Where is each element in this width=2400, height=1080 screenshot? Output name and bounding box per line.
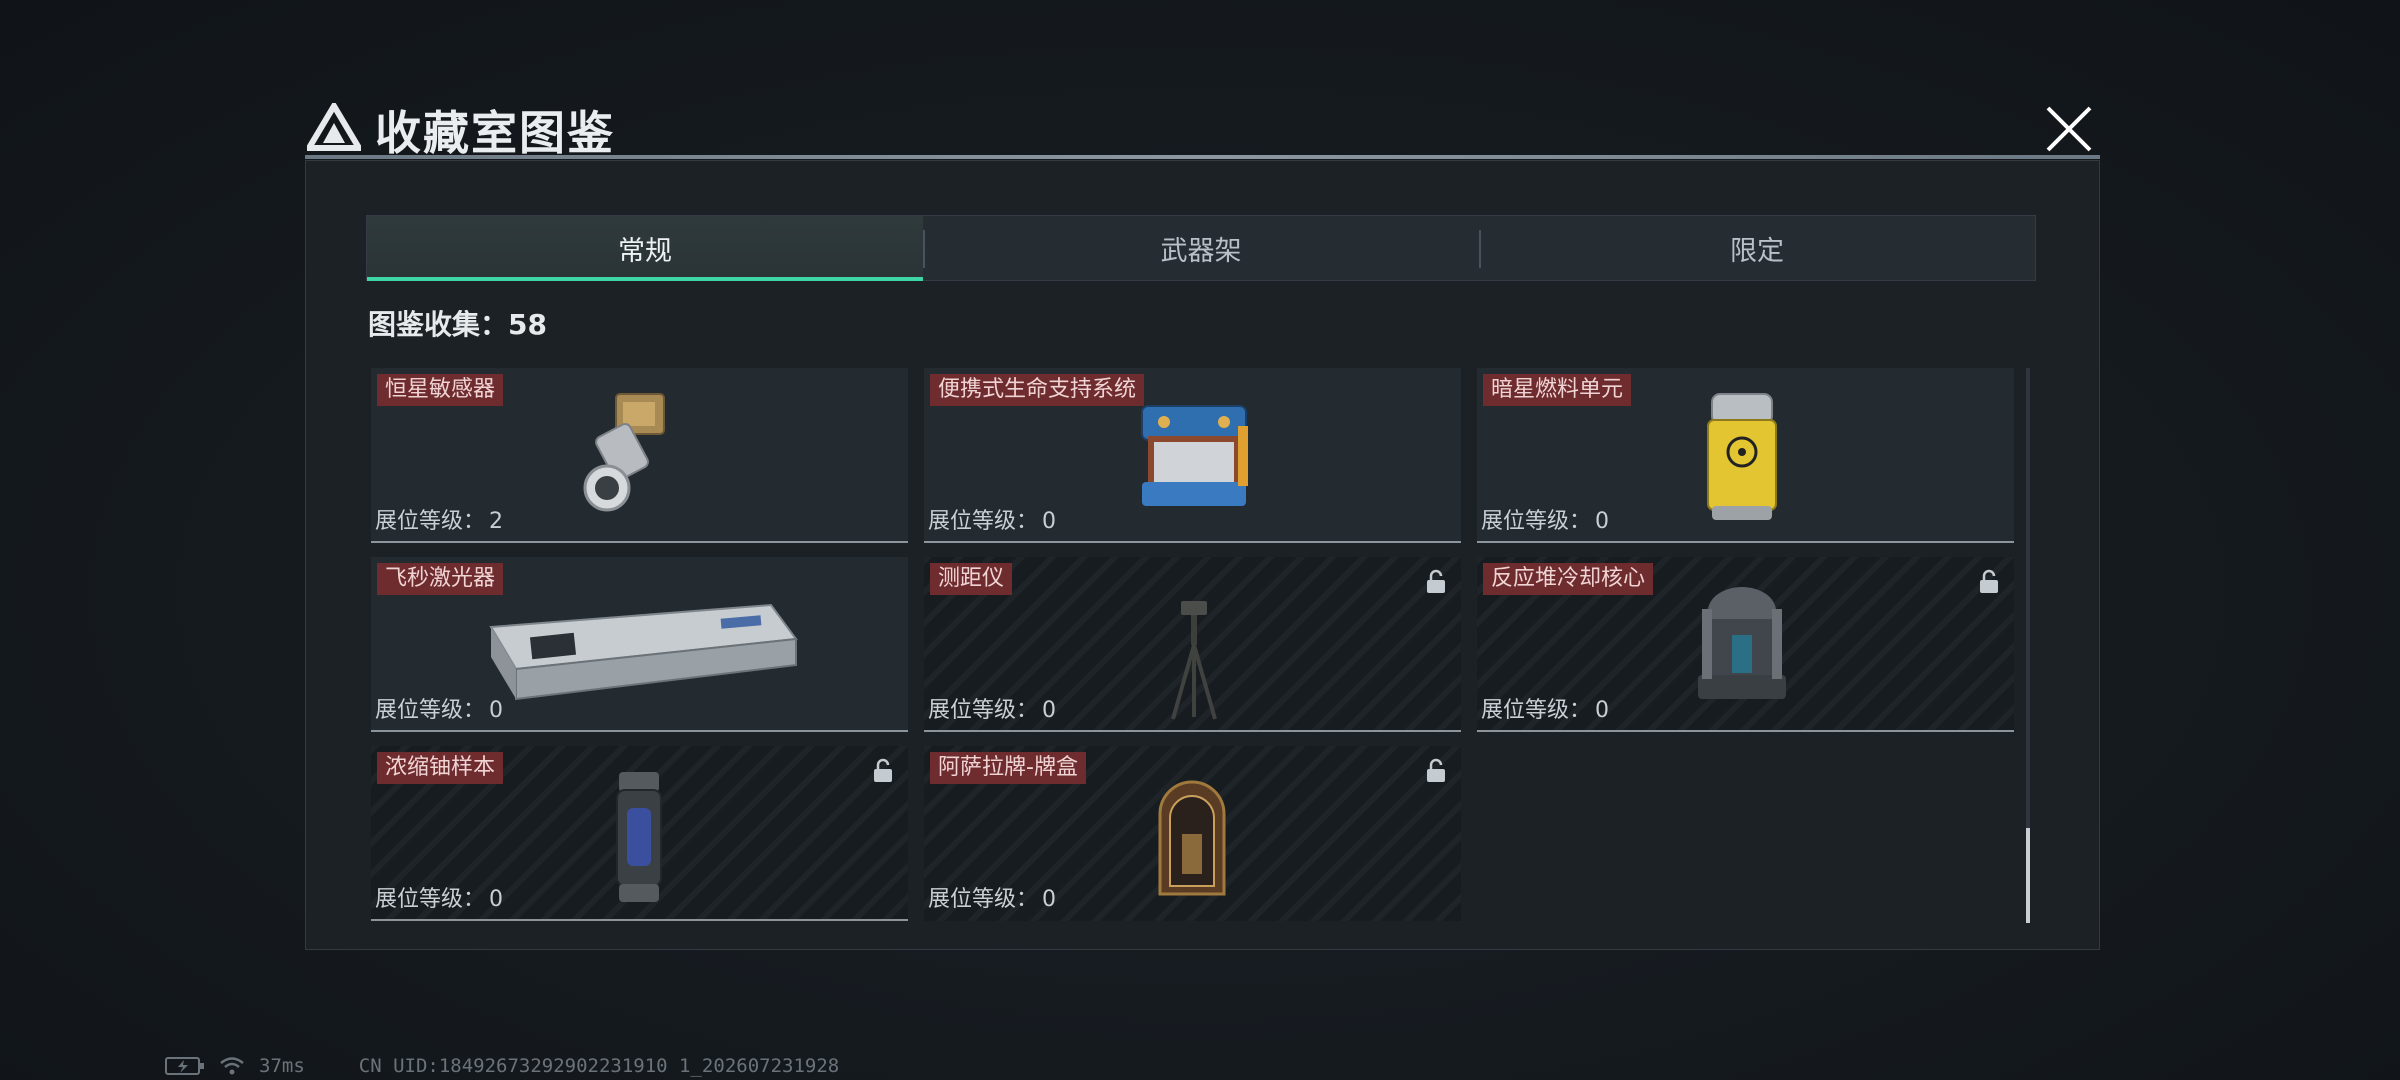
booth-level: 展位等级： 0 [375,692,503,724]
lock-icon [1980,569,1998,593]
level-value: 0 [1042,509,1057,534]
booth-level: 展位等级： 0 [928,692,1056,724]
level-value: 0 [489,698,504,723]
booth-level: 展位等级： 2 [375,503,503,535]
booth-level: 展位等级： 0 [928,503,1056,535]
delta-logo-icon [307,103,361,151]
card-underline [1477,730,2014,732]
card-underline [1477,541,2014,543]
close-icon [2046,106,2092,152]
level-label: 展位等级： [1481,509,1592,534]
reactor-core-icon [1698,587,1786,699]
tab-label: 限定 [1730,235,1784,267]
level-label: 展位等级： [928,509,1039,534]
booth-level: 展位等级： 0 [1481,503,1609,535]
lock-icon [1427,569,1445,593]
item-name-label: 浓缩铀样本 [377,752,504,784]
item-card-laser[interactable]: 飞秒激光器 展位等级： 0 [371,557,908,732]
item-card-life-support[interactable]: 便携式生命支持系统 展位等级： 0 [924,368,1461,543]
card-underline [371,730,908,732]
life-support-icon [1141,405,1248,506]
tab-weapon-rack[interactable]: 武器架 [923,216,1479,280]
item-card-fuel-cell[interactable]: 暗星燃料单元 展位等级： 0 [1477,368,2014,543]
level-label: 展位等级： [375,698,486,723]
item-name-label: 暗星燃料单元 [1483,374,1632,406]
item-grid: 恒星敏感器 展位等级： 2 便携式生命支持系统 展位等级： 0 暗星燃料单元 展… [371,368,2014,923]
item-name-label: 反应堆冷却核心 [1483,563,1654,595]
status-bar: 37ms CN UID:18492673292902231910 1_20260… [165,1055,839,1077]
user-uid: CN UID:18492673292902231910 1_2026072319… [358,1055,840,1077]
item-card-uranium-sample[interactable]: 浓缩铀样本 展位等级： 0 [371,746,908,921]
scrollbar-thumb[interactable] [2026,828,2030,923]
lock-icon [874,758,892,782]
close-button[interactable] [2040,100,2098,158]
laser-icon [489,603,798,701]
ping-value: 37ms [259,1055,305,1077]
item-name-label: 便携式生命支持系统 [930,374,1145,406]
item-card-reactor-core[interactable]: 反应堆冷却核心 展位等级： 0 [1477,557,2014,732]
modal-header: 收藏室图鉴 [305,95,2100,163]
level-label: 展位等级： [928,698,1039,723]
level-value: 0 [1042,887,1057,912]
tab-bar: 常规 武器架 限定 [366,215,2036,281]
tab-regular[interactable]: 常规 [367,216,923,281]
star-sensor-icon [583,393,665,512]
header-divider [305,155,2100,159]
item-card-card-box[interactable]: 阿萨拉牌-牌盒 展位等级： 0 [924,746,1461,921]
level-value: 2 [489,509,504,534]
tab-label: 武器架 [1160,235,1242,267]
level-value: 0 [1042,698,1057,723]
battery-icon [165,1057,204,1075]
card-box-icon [1158,780,1226,896]
level-label: 展位等级： [1481,698,1592,723]
uranium-sample-icon [616,772,662,902]
level-label: 展位等级： [375,509,486,534]
lock-icon [1427,758,1445,782]
item-name-label: 阿萨拉牌-牌盒 [930,752,1086,784]
tab-label: 常规 [618,235,672,267]
level-label: 展位等级： [375,887,486,912]
collection-label: 图鉴收集： [368,308,509,341]
level-value: 0 [489,887,504,912]
collection-count: 图鉴收集：58 [368,303,547,343]
tab-limited[interactable]: 限定 [1479,216,2035,280]
item-name-label: 测距仪 [930,563,1013,595]
booth-level: 展位等级： 0 [1481,692,1609,724]
item-card-rangefinder[interactable]: 测距仪 展位等级： 0 [924,557,1461,732]
level-value: 0 [1595,509,1610,534]
fuel-cell-icon [1707,393,1777,520]
grid-scrollbar[interactable] [2026,368,2030,923]
card-underline [924,730,1461,732]
card-underline [371,541,908,543]
booth-level: 展位等级： 0 [375,881,503,913]
item-card-star-sensor[interactable]: 恒星敏感器 展位等级： 2 [371,368,908,543]
rangefinder-icon [1171,601,1217,720]
collection-value: 58 [508,308,547,341]
item-name-label: 恒星敏感器 [377,374,504,406]
card-underline [924,541,1461,543]
level-value: 0 [1595,698,1610,723]
booth-level: 展位等级： 0 [928,881,1056,913]
wifi-icon [220,1057,244,1075]
level-label: 展位等级： [928,887,1039,912]
card-underline [371,919,908,921]
modal-title: 收藏室图鉴 [375,106,615,160]
collection-panel: 常规 武器架 限定 图鉴收集：58 恒星敏感器 展位等级： 2 便携式生命支持系统 [305,160,2100,950]
